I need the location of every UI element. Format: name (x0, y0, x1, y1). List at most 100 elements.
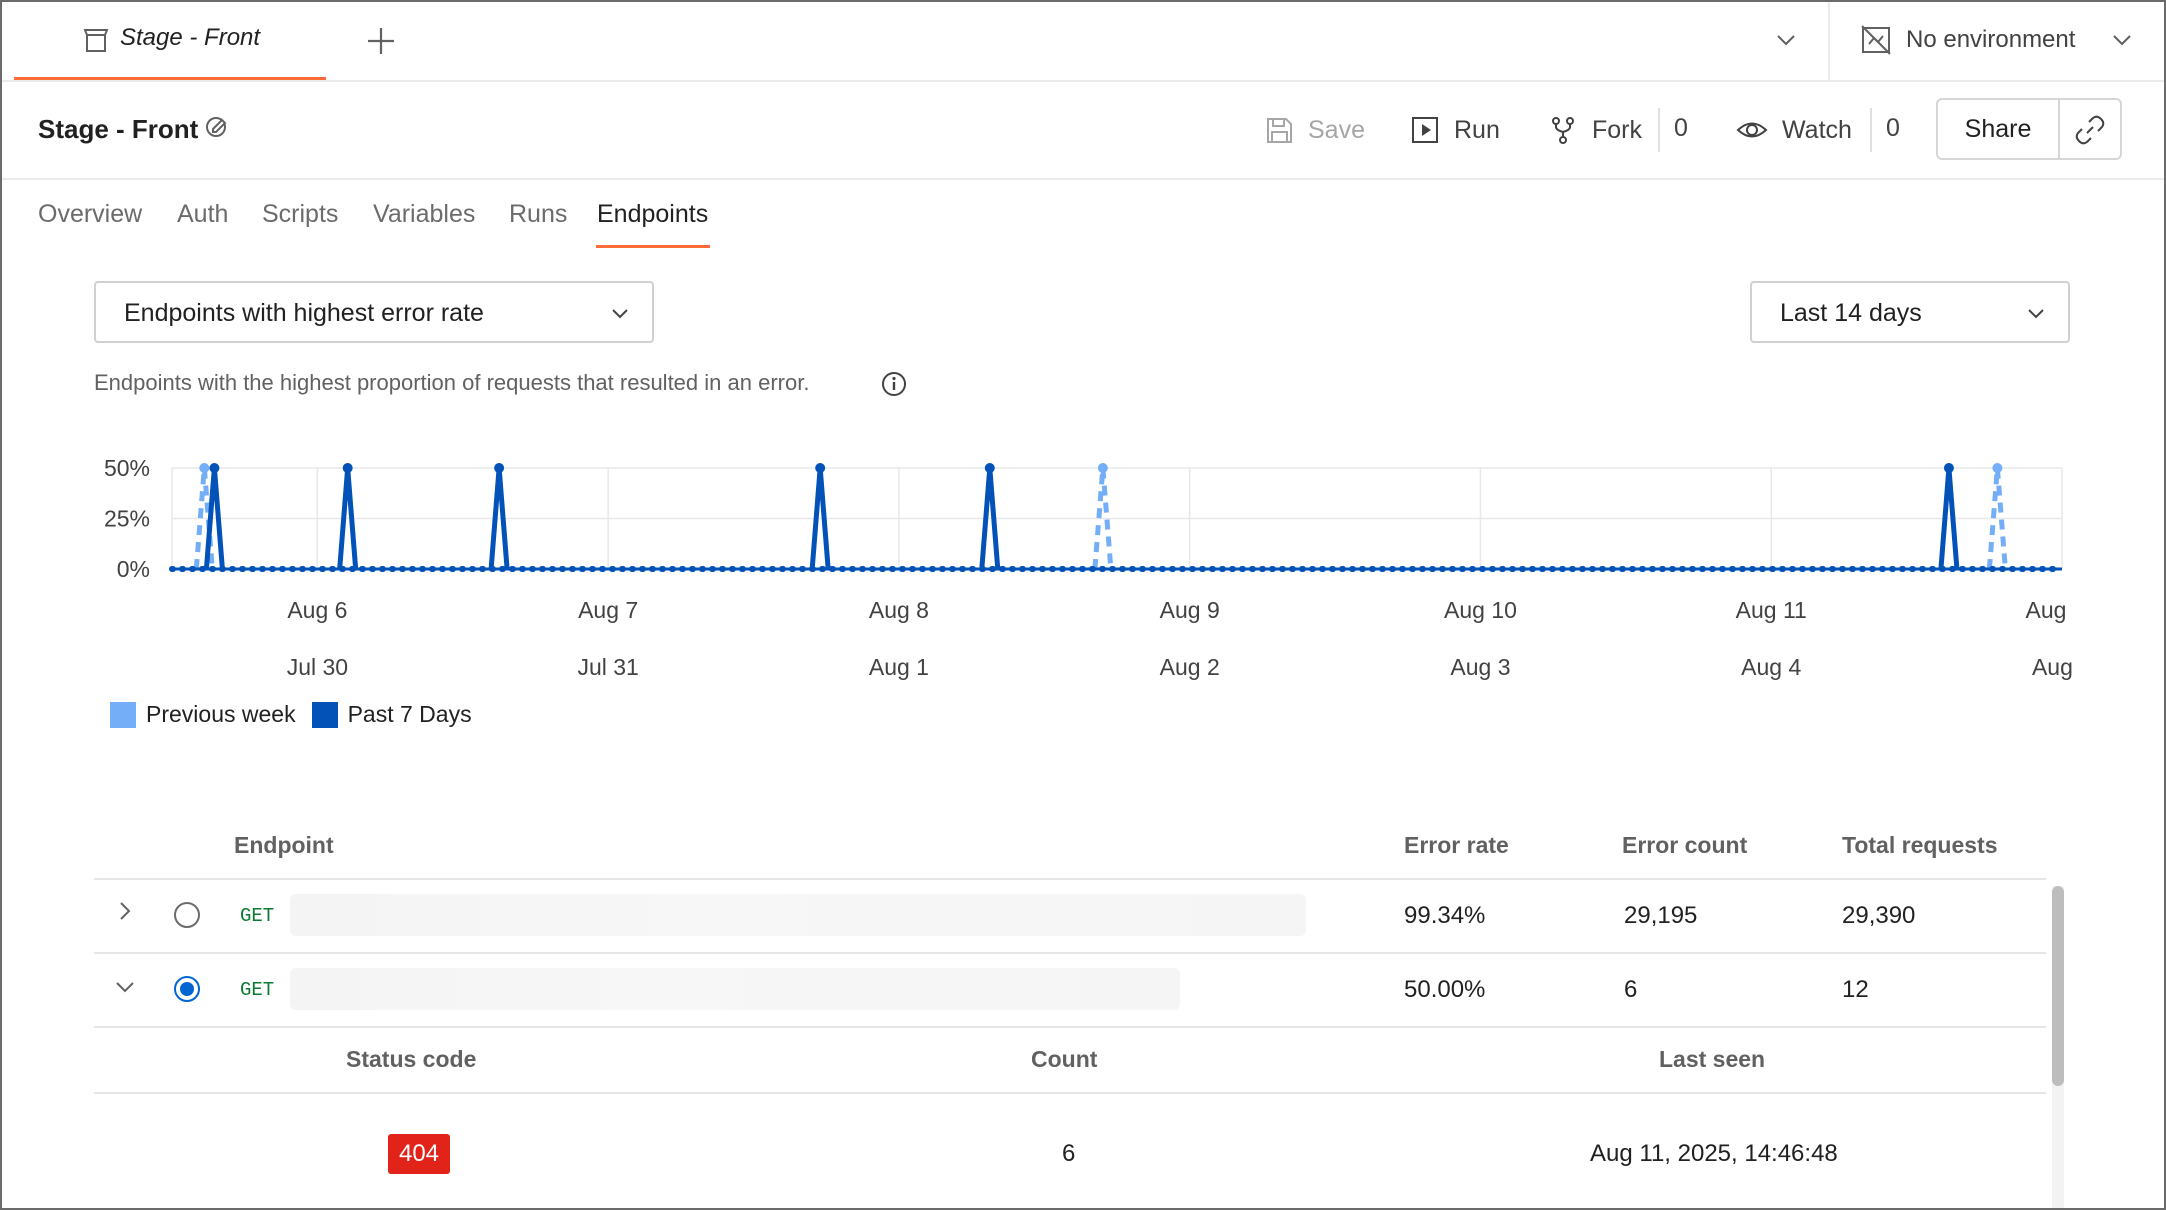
new-tab-icon[interactable] (364, 24, 398, 58)
divider (1828, 2, 1830, 80)
total-requests-cell: 12 (1842, 976, 1869, 1003)
x-tick-label-previous: Aug 1 (869, 654, 929, 680)
previous-week-point (1097, 463, 1108, 473)
previous-week-point (199, 463, 210, 473)
chevron-down-icon (2024, 301, 2048, 330)
endpoint-path-redacted (290, 968, 1180, 1010)
total-requests-cell: 29,390 (1842, 902, 1916, 929)
save-button[interactable]: Save (1264, 110, 1365, 150)
share-button[interactable]: Share (1938, 100, 2058, 158)
divider (94, 952, 2046, 954)
fork-icon (1552, 117, 1574, 144)
x-tick-label-previous: Jul 30 (287, 654, 348, 680)
x-tick-label: Aug 11 (1736, 597, 1807, 623)
x-axis-ticks: Aug 6 Jul 30 Aug 7 Jul 31 Aug 8 Aug 1 Aug 9 Aug… (287, 597, 2072, 680)
column-header-error-rate[interactable]: Error rate (1404, 832, 1509, 859)
series-previous-week (169, 463, 2065, 572)
date-range-value: Last 14 days (1780, 299, 1922, 327)
info-icon[interactable] (880, 370, 908, 403)
app-window: Stage - Front No environment Stage - Fro… (0, 0, 2166, 1210)
y-tick-label: 50% (104, 455, 150, 481)
divider (94, 1026, 2046, 1028)
error-rate-cell: 99.34% (1404, 902, 1486, 929)
x-tick-label: Aug 7 (578, 597, 638, 623)
tab-variables[interactable]: Variables (373, 200, 475, 229)
date-range-select[interactable]: Last 14 days (1750, 281, 2070, 343)
fork-label: Fork (1592, 115, 1642, 144)
divider (2058, 100, 2060, 158)
chart-legend: Previous week Past 7 Days (110, 701, 488, 728)
legend-previous-week[interactable]: Previous week (110, 701, 296, 728)
legend-swatch-previous (110, 701, 136, 728)
watch-label: Watch (1782, 115, 1852, 144)
copy-link-icon[interactable] (2074, 114, 2106, 151)
error-count-cell: 6 (1624, 976, 1638, 1003)
x-tick-label-previous: Aug 4 (1741, 654, 1801, 680)
x-tick-label-previous: Aug 3 (1450, 654, 1510, 680)
eye-icon (1736, 122, 1768, 138)
environment-dropdown-icon[interactable] (2110, 28, 2134, 57)
column-header-total-requests[interactable]: Total requests (1842, 832, 1998, 859)
past-7-days-point (1943, 463, 1954, 473)
error-rate-cell: 50.00% (1404, 976, 1486, 1003)
tab-bar: Stage - Front No environment (2, 2, 2164, 82)
collection-header: Stage - Front Save Run Fork 0 Watch 0 Sh… (2, 82, 2164, 180)
x-tick-label: Aug 12 (2026, 597, 2072, 623)
environment-selector[interactable]: No environment (1906, 26, 2075, 54)
tab-overview[interactable]: Overview (38, 200, 142, 229)
y-axis-ticks: 50% 25% 0% (104, 455, 150, 582)
run-button[interactable]: Run (1410, 110, 1500, 150)
chart-description: Endpoints with the highest proportion of… (94, 370, 810, 395)
run-label: Run (1454, 115, 1500, 144)
error-count-cell: 29,195 (1624, 902, 1698, 929)
metric-select-value: Endpoints with highest error rate (124, 299, 484, 327)
tab-scripts[interactable]: Scripts (262, 200, 338, 229)
fork-button[interactable]: Fork (1548, 110, 1642, 150)
divider (94, 1092, 2046, 1094)
x-tick-label-previous: Jul 31 (577, 654, 638, 680)
edit-icon[interactable] (204, 114, 230, 145)
tab-auth[interactable]: Auth (177, 200, 228, 229)
tabs-dropdown-icon[interactable] (1774, 28, 1798, 57)
y-tick-label: 25% (104, 506, 150, 532)
tab-stage-front[interactable]: Stage - Front (14, 2, 326, 80)
chevron-down-icon[interactable] (114, 976, 136, 1003)
row-radio-selected[interactable] (174, 976, 200, 1002)
past-7-days-point (815, 463, 826, 473)
share-group: Share (1936, 98, 2122, 160)
watch-count[interactable]: 0 (1886, 114, 1900, 143)
status-count-cell: 6 (1062, 1140, 1076, 1167)
x-tick-label-previous: Aug 2 (1160, 654, 1220, 680)
past-7-days-point (342, 463, 353, 473)
past-7-days-point (494, 463, 505, 473)
x-tick-label-previous: Aug 5 (2032, 654, 2072, 680)
legend-swatch-current (311, 701, 338, 728)
collection-icon (82, 26, 110, 59)
legend-past-7-days[interactable]: Past 7 Days (311, 701, 472, 728)
x-tick-label: Aug 10 (1444, 597, 1517, 623)
x-tick-label: Aug 9 (1160, 597, 1220, 623)
chart-grid (171, 467, 2063, 570)
column-header-count: Count (1031, 1046, 1098, 1072)
series-past-7-days (169, 463, 2065, 572)
no-environment-icon (1860, 24, 1892, 61)
tab-label: Stage - Front (120, 24, 261, 51)
y-tick-label: 0% (117, 556, 150, 582)
column-header-error-count[interactable]: Error count (1622, 832, 1747, 859)
previous-week-point (1992, 463, 2003, 473)
table-scrollbar-thumb[interactable] (2052, 886, 2064, 1086)
chevron-down-icon (608, 301, 632, 330)
metric-select[interactable]: Endpoints with highest error rate (94, 281, 654, 343)
save-icon (1267, 118, 1292, 143)
divider (1658, 108, 1660, 152)
legend-label-previous: Previous week (146, 701, 296, 727)
save-label: Save (1308, 115, 1365, 144)
x-tick-label: Aug 6 (287, 597, 347, 623)
watch-button[interactable]: Watch (1736, 110, 1852, 150)
chevron-right-icon[interactable] (114, 900, 136, 927)
fork-count[interactable]: 0 (1674, 114, 1688, 143)
tab-runs[interactable]: Runs (509, 200, 567, 229)
row-radio[interactable] (174, 902, 200, 928)
divider (1870, 108, 1872, 152)
tab-endpoints[interactable]: Endpoints (597, 200, 708, 229)
